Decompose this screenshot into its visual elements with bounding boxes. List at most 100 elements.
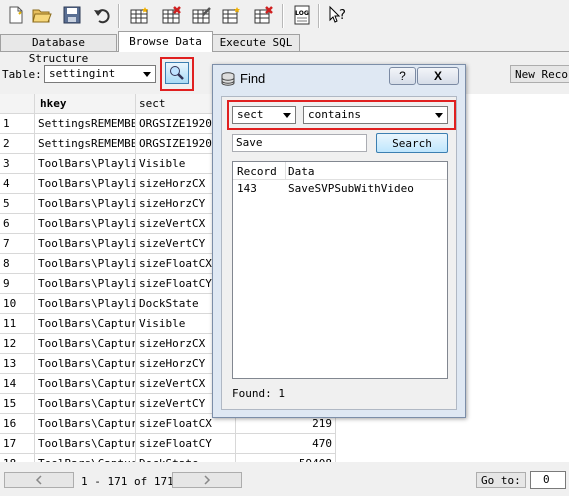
cell-hkey[interactable]: ToolBars\Capture (35, 314, 136, 334)
row-number: 3 (0, 154, 35, 174)
row-number: 12 (0, 334, 35, 354)
cell-hkey[interactable]: ToolBars\Playlis (35, 214, 136, 234)
table-row[interactable]: 18ToolBars\CaptureDockState59408 (0, 454, 569, 462)
cell-hkey[interactable]: ToolBars\Playlis (35, 234, 136, 254)
cell-hkey[interactable]: ToolBars\Capture (35, 434, 136, 454)
close-icon: X (433, 69, 442, 83)
row-number: 7 (0, 234, 35, 254)
row-number: 10 (0, 294, 35, 314)
chevron-down-icon (283, 113, 291, 118)
find-dialog: Find ? X sect contains Save Search Recor… (212, 64, 466, 418)
magnifier-icon (170, 66, 184, 80)
operator-select[interactable]: contains (303, 106, 448, 124)
svg-text:?: ? (339, 8, 346, 23)
search-button[interactable]: Search (376, 133, 448, 153)
cell-sect[interactable]: DockState (136, 454, 236, 462)
table-label: Table: (2, 68, 42, 81)
cell-hkey[interactable]: ToolBars\Playlis (35, 154, 136, 174)
row-number: 16 (0, 414, 35, 434)
cell-hkey[interactable]: SettingsREMEMBER (35, 114, 136, 134)
cell-hkey[interactable]: ToolBars\Capture (35, 394, 136, 414)
create-table-icon[interactable] (128, 4, 152, 26)
log-icon[interactable]: LOG (290, 4, 314, 26)
cell-sect[interactable]: sizeFloatCY (136, 434, 236, 454)
row-number: 11 (0, 314, 35, 334)
find-dialog-body: sect contains Save Search Record Data 14… (221, 96, 457, 410)
results-header-data[interactable]: Data (288, 165, 315, 178)
cell-hkey[interactable]: ToolBars\Playlis (35, 194, 136, 214)
database-icon (221, 72, 235, 86)
result-data: SaveSVPSubWithVideo (288, 182, 414, 195)
table-select-value: settingint (49, 67, 116, 80)
result-row[interactable]: 143 SaveSVPSubWithVideo (233, 181, 447, 197)
result-record: 143 (237, 182, 257, 195)
save-icon[interactable] (60, 4, 84, 26)
tab-bar: Database Structure Browse Data Execute S… (0, 31, 569, 65)
record-count: 1 - 171 of 171 (81, 475, 174, 488)
delete-table-icon[interactable] (160, 4, 184, 26)
new-record-label: New Recor (515, 67, 569, 81)
undo-icon[interactable] (90, 4, 114, 26)
chevron-down-icon (143, 72, 151, 77)
row-number: 8 (0, 254, 35, 274)
help-button[interactable]: ? (389, 67, 416, 85)
create-index-icon[interactable] (220, 4, 244, 26)
tab-database-structure[interactable]: Database Structure (0, 34, 117, 65)
table-select[interactable]: settingint (44, 65, 156, 83)
open-database-icon[interactable] (30, 4, 54, 26)
cell-hkey[interactable]: ToolBars\Capture (35, 334, 136, 354)
row-number: 5 (0, 194, 35, 214)
main-toolbar: LOG ? (0, 0, 569, 31)
search-button-label: Search (392, 136, 432, 150)
whats-this-icon[interactable]: ? (326, 4, 350, 26)
row-number: 17 (0, 434, 35, 454)
results-header-record[interactable]: Record (237, 165, 277, 178)
goto-input[interactable]: 0 (530, 471, 566, 489)
column-header-hkey[interactable]: hkey (35, 94, 136, 114)
close-button[interactable]: X (417, 67, 459, 85)
cell-hkey[interactable]: ToolBars\Capture (35, 414, 136, 434)
cell-hkey[interactable]: ToolBars\Playlis (35, 294, 136, 314)
row-number-header (0, 94, 35, 114)
row-number: 4 (0, 174, 35, 194)
cell-value[interactable]: 470 (236, 434, 336, 454)
chevron-down-icon (435, 113, 443, 118)
row-number: 6 (0, 214, 35, 234)
results-header-row: Record Data (233, 162, 447, 180)
delete-index-icon[interactable] (252, 4, 276, 26)
cell-hkey[interactable]: ToolBars\Capture (35, 354, 136, 374)
previous-page-button[interactable] (4, 472, 74, 488)
cell-hkey[interactable]: ToolBars\Playlis (35, 254, 136, 274)
find-dialog-titlebar[interactable]: Find ? X (213, 65, 465, 93)
row-number: 13 (0, 354, 35, 374)
next-page-button[interactable] (172, 472, 242, 488)
chevron-left-icon (35, 475, 42, 485)
log-label: LOG (295, 10, 309, 17)
tab-browse-data[interactable]: Browse Data (118, 31, 213, 52)
modify-table-icon[interactable] (190, 4, 214, 26)
cell-value[interactable]: 59408 (236, 454, 336, 462)
cell-hkey[interactable]: ToolBars\Capture (35, 454, 136, 462)
help-label: ? (399, 69, 406, 83)
operator-select-value: contains (308, 108, 361, 121)
table-row[interactable]: 17 ToolBars\Capture sizeFloatCY 470 (0, 434, 569, 454)
find-button[interactable] (165, 62, 189, 84)
found-count: Found: 1 (232, 387, 285, 400)
find-dialog-title: Find (240, 71, 266, 86)
row-number: 14 (0, 374, 35, 394)
row-number: 15 (0, 394, 35, 414)
goto-button[interactable]: Go to: (476, 472, 526, 488)
cell-hkey[interactable]: ToolBars\Capture (35, 374, 136, 394)
chevron-right-icon (204, 475, 211, 485)
search-input[interactable]: Save (232, 134, 367, 152)
goto-input-value: 0 (543, 473, 550, 486)
field-select[interactable]: sect (232, 106, 296, 124)
row-number: 9 (0, 274, 35, 294)
cell-hkey[interactable]: SettingsREMEMBER (35, 134, 136, 154)
cell-hkey[interactable]: ToolBars\Playlis (35, 274, 136, 294)
new-database-icon[interactable] (4, 4, 28, 26)
tab-execute-sql[interactable]: Execute SQL (212, 34, 300, 51)
new-record-button[interactable]: New Recor (510, 65, 569, 83)
cell-hkey[interactable]: ToolBars\Playlis (35, 174, 136, 194)
search-input-value: Save (236, 136, 263, 149)
